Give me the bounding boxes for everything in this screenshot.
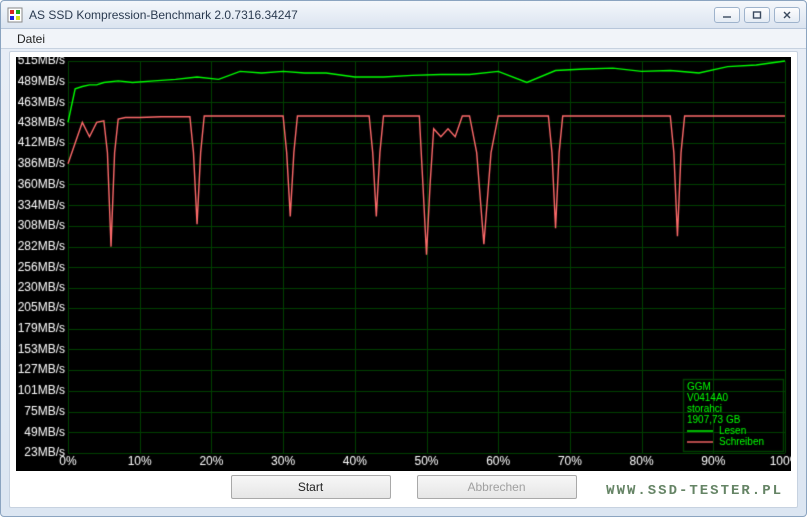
- compression-chart: [16, 57, 791, 471]
- abort-button: Abbrechen: [417, 475, 577, 499]
- chart-area: [16, 57, 791, 471]
- minimize-button[interactable]: [714, 7, 740, 23]
- close-button[interactable]: [774, 7, 800, 23]
- watermark: www.ssd-tester.pl: [606, 483, 783, 499]
- app-icon: [7, 7, 23, 23]
- menu-datei[interactable]: Datei: [11, 30, 51, 48]
- maximize-button[interactable]: [744, 7, 770, 23]
- titlebar: AS SSD Kompression-Benchmark 2.0.7316.34…: [1, 1, 806, 29]
- app-window: AS SSD Kompression-Benchmark 2.0.7316.34…: [0, 0, 807, 517]
- start-button[interactable]: Start: [231, 475, 391, 499]
- client-area: Start Abbrechen www.ssd-tester.pl: [9, 51, 798, 508]
- window-buttons: [714, 7, 800, 23]
- window-title: AS SSD Kompression-Benchmark 2.0.7316.34…: [29, 8, 714, 22]
- menubar: Datei: [1, 29, 806, 49]
